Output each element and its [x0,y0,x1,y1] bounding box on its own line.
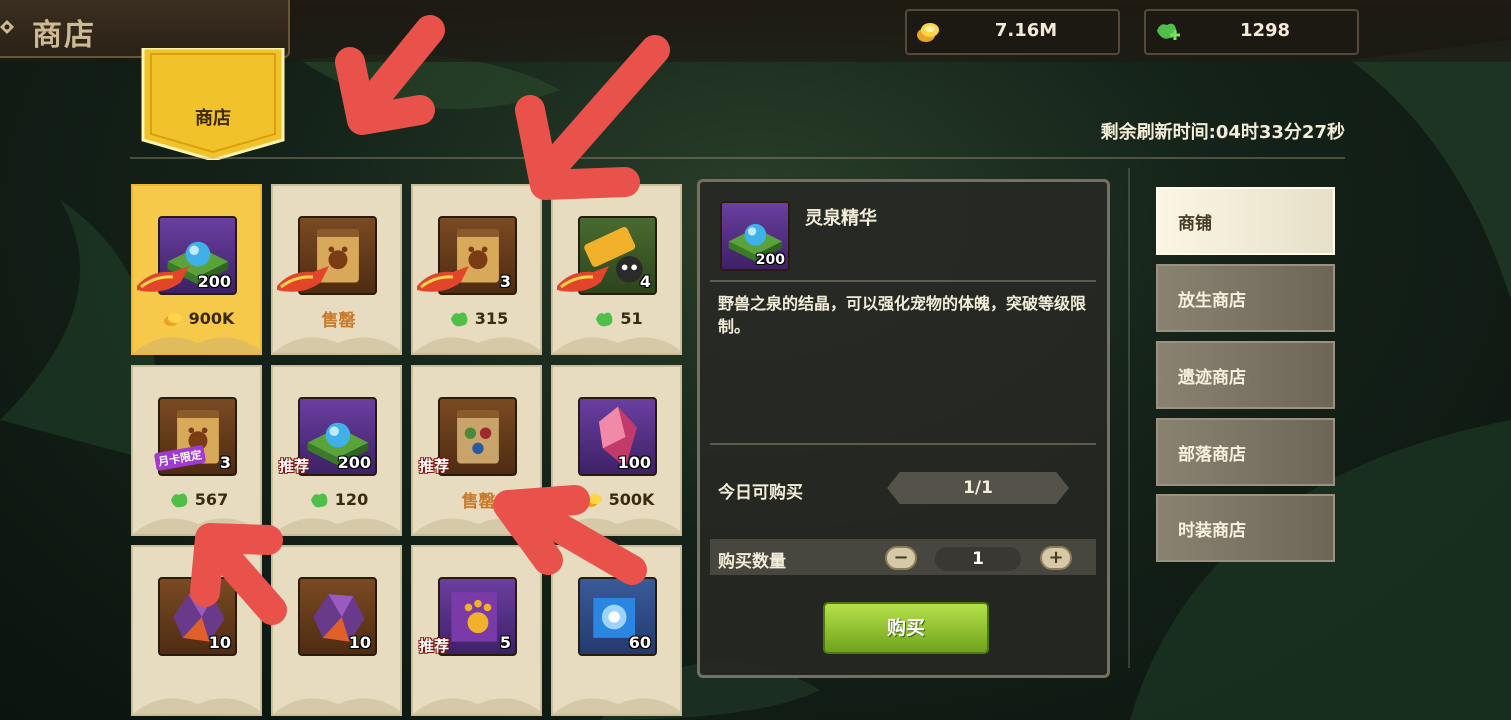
shop-item-card[interactable]: 10 [131,545,262,716]
tab-tribe-shop[interactable]: 部落商店 [1156,418,1335,486]
annotation-arrow [515,95,640,200]
tab-ruins-shop[interactable]: 遗迹商店 [1156,341,1335,409]
shop-item-card[interactable]: 60 [551,545,682,716]
buy-button[interactable]: 购买 [823,602,989,654]
item-qty: 60 [628,633,651,652]
shop-item-card[interactable]: 推荐 售罄 [411,365,542,536]
shop-item-card[interactable]: 5 推荐 [411,545,542,716]
sold-out-label: 售罄 [461,492,496,512]
green-gem-icon [170,493,188,507]
price-value: 120 [334,490,369,509]
shop-item-card[interactable]: 200 900K [131,184,262,355]
page-title: 商店 [32,18,96,53]
shop-item-card[interactable]: 3 315 [411,184,542,355]
item-icon [438,397,517,476]
must-buy-badge [557,266,609,292]
rune-scroll-icon [457,410,499,464]
price-value: 315 [474,309,509,328]
price-row: 315 [413,308,540,332]
item-qty: 3 [219,453,231,472]
item-qty: 3 [499,272,511,291]
price-row: 51 [553,308,680,332]
green-gem-icon [596,312,613,326]
refresh-timer: 剩余刷新时间:04时33分27秒 [1100,122,1345,143]
item-icon: 100 [578,397,657,476]
price-value: 500K [608,490,655,509]
divider [710,280,1096,282]
detail-item-icon: 200 [720,201,790,271]
divider [130,157,1345,159]
banner-label: 商店 [195,108,231,129]
item-qty: 200 [337,453,371,472]
item-icon: 10 [158,577,237,656]
tab-label: 放生商店 [1178,291,1246,311]
item-qty: 4 [639,272,651,291]
item-icon: 60 [578,577,657,656]
detail-panel: 200 灵泉精华 野兽之泉的结晶，可以强化宠物的体魄，突破等级限制。 今日可购买… [697,179,1110,678]
item-qty: 10 [348,633,371,652]
shop-item-card[interactable]: 10 [271,545,402,716]
card-pattern [553,698,680,714]
recommend-badge: 推荐 [419,457,450,475]
price-value: 567 [194,490,229,509]
gold-coin-icon [163,312,182,326]
item-icon: 200 [298,397,377,476]
green-gem-add-icon [1157,23,1180,40]
price-row: 500K [553,489,680,513]
gold-coin-icon [917,23,939,42]
sold-out-label: 售罄 [321,311,356,331]
quantity-minus-button[interactable]: − [885,546,917,570]
gem-currency[interactable]: 1298 [1144,9,1359,55]
detail-qty: 200 [755,252,785,268]
card-pattern [413,698,540,714]
divider [1128,168,1130,668]
card-pattern [133,698,260,714]
green-gem-icon [450,312,468,326]
price-row: 900K [133,308,260,332]
purchase-limit-label: 今日可购买 [718,483,803,503]
must-buy-badge [277,266,329,292]
item-qty: 10 [208,633,231,652]
detail-name: 灵泉精华 [805,208,877,229]
tab-fashion-shop[interactable]: 时装商店 [1156,494,1335,562]
item-qty: 100 [617,453,651,472]
shop-item-card[interactable]: 100 500K [551,365,682,536]
recommend-badge: 推荐 [279,457,310,475]
recommend-badge: 推荐 [419,637,450,655]
gem-amount: 1298 [1239,20,1291,41]
item-icon: 5 [438,577,517,656]
shop-item-card[interactable]: 200 推荐 120 [271,365,402,536]
price-row: 567 [133,489,260,513]
price-value: 51 [620,309,643,328]
divider [710,443,1096,445]
quantity-input[interactable]: 1 [935,547,1021,571]
price-row: 120 [273,489,400,513]
green-gem-icon [310,493,328,507]
quantity-plus-button[interactable]: + [1040,546,1072,570]
gold-amount: 7.16M [994,20,1058,41]
tab-release-shop[interactable]: 放生商店 [1156,264,1335,332]
detail-description: 野兽之泉的结晶，可以强化宠物的体魄，突破等级限制。 [718,294,1087,336]
tab-label: 遗迹商店 [1178,368,1246,388]
back-icon[interactable] [0,20,14,34]
tab-label: 时装商店 [1178,521,1246,541]
card-pattern [273,698,400,714]
item-icon: 10 [298,577,377,656]
purchase-limit-value: 1/1 [963,478,993,498]
must-buy-badge [137,266,189,292]
tab-shop[interactable]: 商铺 [1156,187,1335,255]
quantity-label: 购买数量 [718,552,786,572]
shop-item-card[interactable]: 3 月卡限定 567 [131,365,262,536]
gold-coin-icon [583,493,602,507]
tab-label: 部落商店 [1178,445,1246,465]
item-qty: 200 [197,272,231,291]
price-value: 900K [188,309,235,328]
must-buy-badge [417,266,469,292]
annotation-arrow [335,47,435,135]
item-qty: 5 [499,633,511,652]
shop-item-card[interactable]: 售罄 [271,184,402,355]
gold-currency[interactable]: 7.16M [905,9,1120,55]
shop-item-card[interactable]: 4 51 [551,184,682,355]
tab-label: 商铺 [1178,214,1212,234]
